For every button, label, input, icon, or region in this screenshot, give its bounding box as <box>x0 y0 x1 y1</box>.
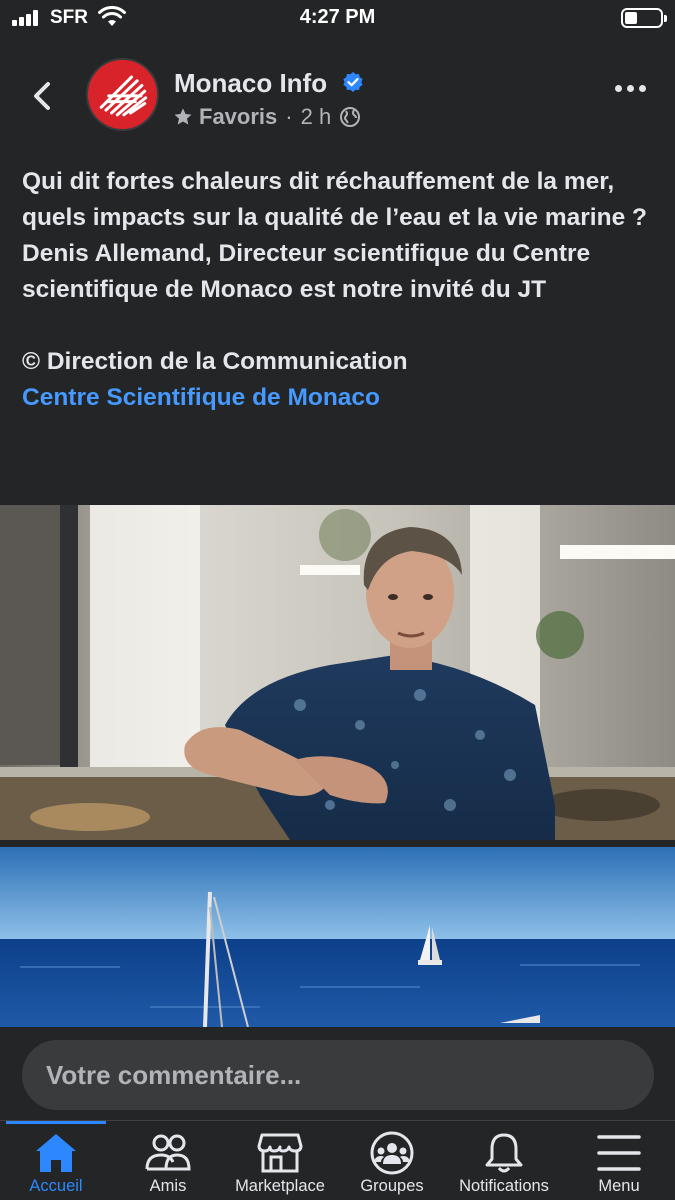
star-icon <box>174 108 192 125</box>
bottom-tab-bar: Accueil Amis Marketplace Groupes Notific… <box>0 1120 675 1200</box>
post-text: Qui dit fortes chaleurs dit réchauffemen… <box>22 164 652 416</box>
tab-label: Groupes <box>360 1177 424 1195</box>
monaco-info-logo-icon <box>88 60 157 129</box>
post-photo-portrait[interactable] <box>0 505 675 840</box>
status-time: 4:27 PM <box>299 6 376 28</box>
tab-label: Marketplace <box>235 1177 325 1195</box>
battery-icon <box>621 8 667 28</box>
post-link[interactable]: Centre Scientifique de Monaco <box>22 380 652 416</box>
more-options-button[interactable] <box>615 82 649 94</box>
page-name-link[interactable]: Monaco Info <box>174 68 364 99</box>
post-photo-sea[interactable] <box>0 847 675 1027</box>
globe-icon <box>340 107 361 127</box>
comment-bar <box>0 1028 675 1120</box>
tab-marketplace[interactable]: Marketplace <box>224 1121 336 1200</box>
photo-separator <box>0 840 675 847</box>
tab-label: Menu <box>598 1177 640 1195</box>
tab-label: Notifications <box>459 1177 549 1195</box>
tab-label: Amis <box>149 1177 187 1195</box>
post-paragraph: Denis Allemand, Directeur scientifique d… <box>22 240 591 303</box>
audience-label: Favoris <box>199 104 278 129</box>
meta-separator: · <box>285 104 293 129</box>
tab-menu[interactable]: Menu <box>563 1121 675 1200</box>
comment-input[interactable] <box>22 1040 654 1110</box>
bell-icon <box>485 1133 523 1173</box>
sea-photo-image <box>0 847 675 1027</box>
friends-icon <box>145 1134 191 1171</box>
groups-icon <box>370 1131 414 1175</box>
page-name[interactable]: Monaco Info <box>174 68 327 98</box>
home-icon <box>36 1134 76 1172</box>
verified-badge-icon <box>343 72 363 93</box>
status-bar: SFR 4:27 PM <box>0 0 675 40</box>
post-time[interactable]: 2 h <box>301 104 332 130</box>
tab-accueil[interactable]: Accueil <box>0 1121 112 1200</box>
post-credit: © Direction de la Communication <box>22 348 408 375</box>
menu-icon <box>597 1135 641 1171</box>
back-button[interactable] <box>28 78 58 114</box>
battery-level <box>625 12 637 24</box>
post-paragraph: Qui dit fortes chaleurs dit réchauffemen… <box>22 168 647 231</box>
marketplace-icon <box>257 1133 303 1173</box>
tab-notifications[interactable]: Notifications <box>448 1121 560 1200</box>
portrait-photo-image <box>0 505 675 840</box>
post-meta: Favoris · 2 h <box>173 104 361 130</box>
post-header: Monaco Info Favoris · 2 h <box>0 52 675 142</box>
tab-groupes[interactable]: Groupes <box>336 1121 448 1200</box>
page-avatar[interactable] <box>86 58 159 131</box>
tab-amis[interactable]: Amis <box>112 1121 224 1200</box>
tab-label: Accueil <box>29 1177 83 1195</box>
